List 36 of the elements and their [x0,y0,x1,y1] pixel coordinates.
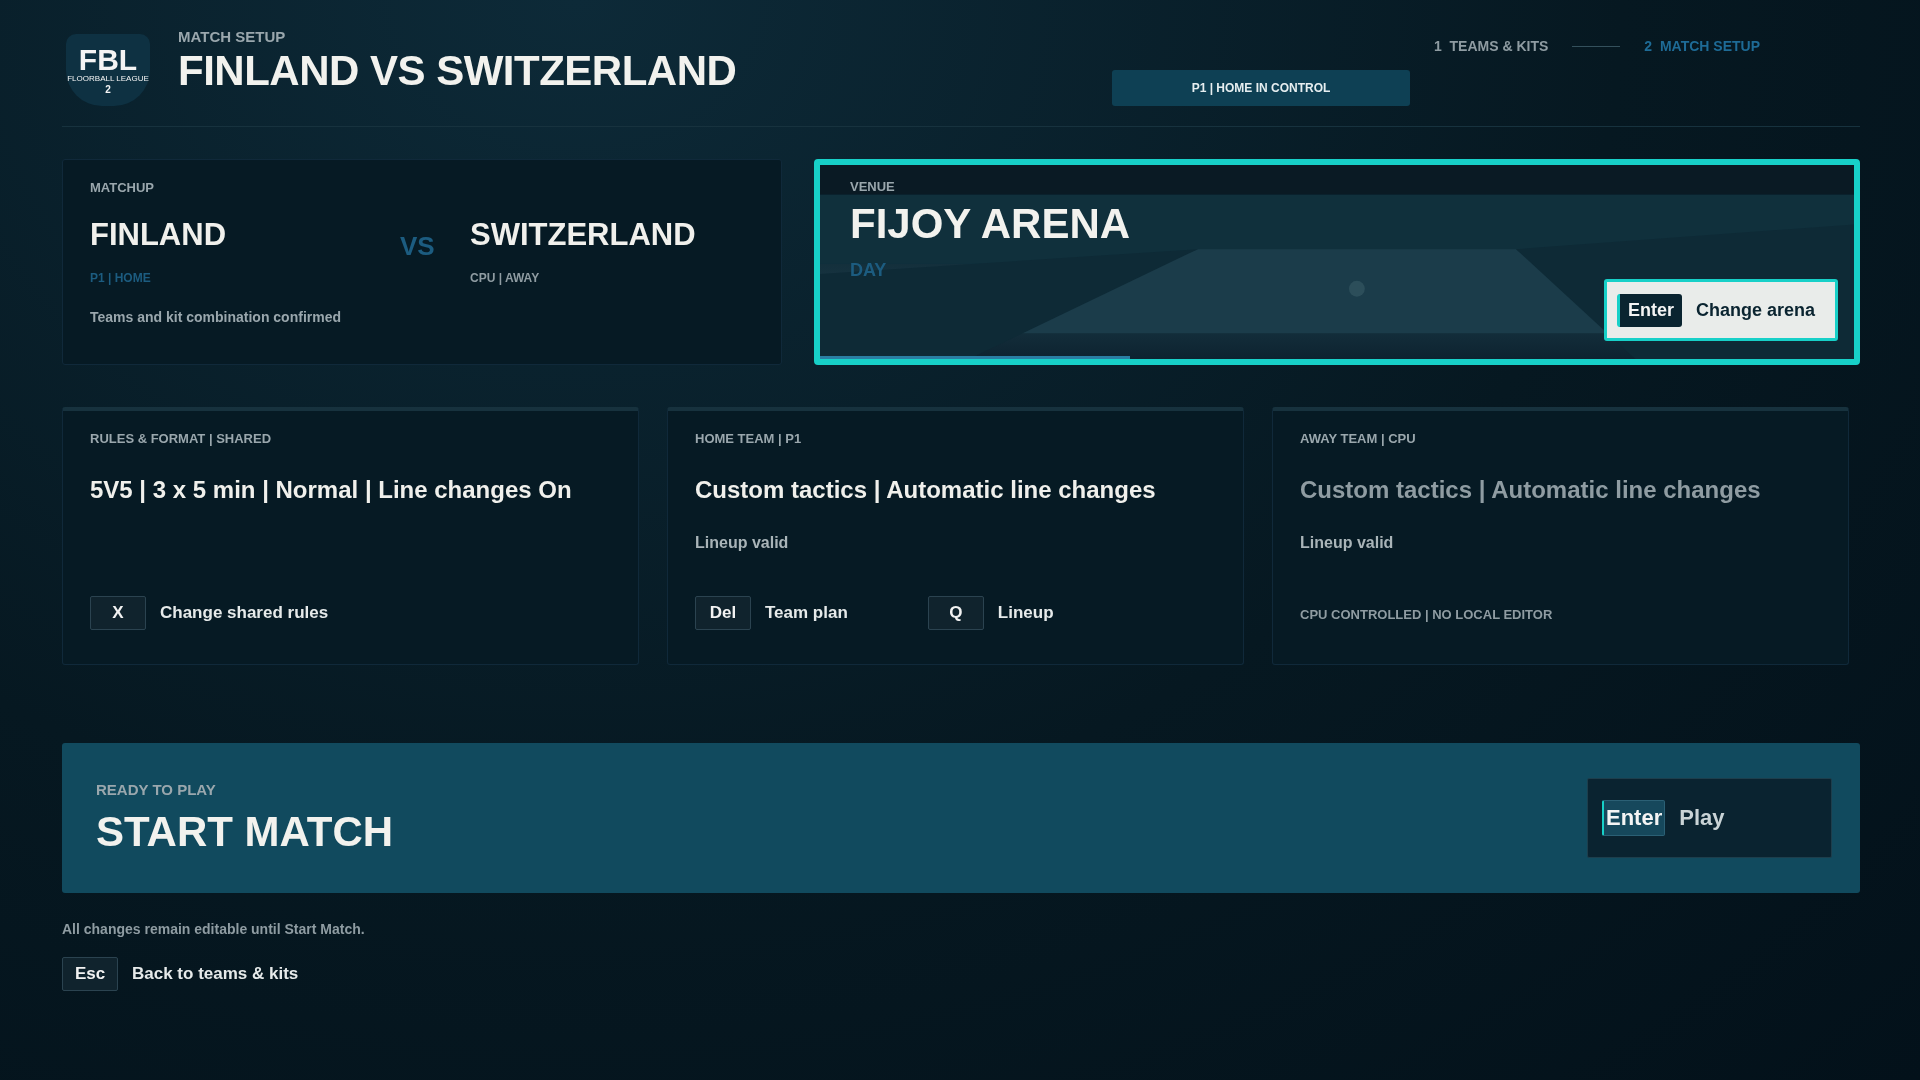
cpu-note: CPU CONTROLLED | NO LOCAL EDITOR [1300,607,1554,622]
logo-text: FBL [78,45,138,76]
card-label: VENUE [850,179,896,194]
step-tab[interactable]: 1 TEAMS & KITS [1434,38,1549,54]
team-name: FINLAND [90,217,228,253]
venue-card[interactable]: VENUE FIJOY ARENA DAY Enter Change arena [814,159,1860,365]
card-label: MATCHUP [90,180,156,195]
team-name: SWITZERLAND [470,217,697,253]
card-label: HOME TEAM | P1 [695,431,803,446]
card-label: AWAY TEAM | CPU [1300,431,1417,446]
start-eyebrow: READY TO PLAY [96,780,217,798]
page-title: FINLAND VS SWITZERLAND [178,47,737,95]
start-title: START MATCH [96,807,394,856]
control-badge: P1 | HOME IN CONTROL [1112,70,1410,106]
venue-name: FIJOY ARENA [850,200,1132,248]
lineup-status: Lineup valid [695,534,790,552]
play-button[interactable]: Enter Play [1587,778,1832,858]
page-eyebrow: MATCH SETUP [178,28,287,45]
action-button[interactable]: Q Lineup [927,596,1054,630]
team-tag: P1 | HOME [90,271,400,285]
team-tag: CPU | AWAY [470,271,754,285]
change-arena-button[interactable]: Enter Change arena [1603,279,1838,341]
card-label: RULES & FORMAT | SHARED [90,431,273,446]
footer-note: All changes remain editable until Start Match. [62,921,366,937]
lineup-status: Lineup valid [1300,534,1395,552]
action-button[interactable]: Del Team plan [695,596,848,630]
venue-time: DAY [850,260,888,281]
card-summary: Custom tactics | Automatic line changes [695,476,1157,504]
back-button[interactable]: Esc Back to teams & kits [62,957,299,991]
versus-text: VS [400,231,436,262]
card-summary: Custom tactics | Automatic line changes [1300,476,1762,504]
action-button[interactable]: X Change shared rules [90,596,329,630]
matchup-note: Teams and kit combination confirmed [90,309,342,325]
logo-number: 2 [105,83,111,95]
card-summary: 5V5 | 3 x 5 min | Normal | Line changes On [90,476,573,504]
logo-subtitle: FLOORBALL LEAGUE [67,75,149,84]
